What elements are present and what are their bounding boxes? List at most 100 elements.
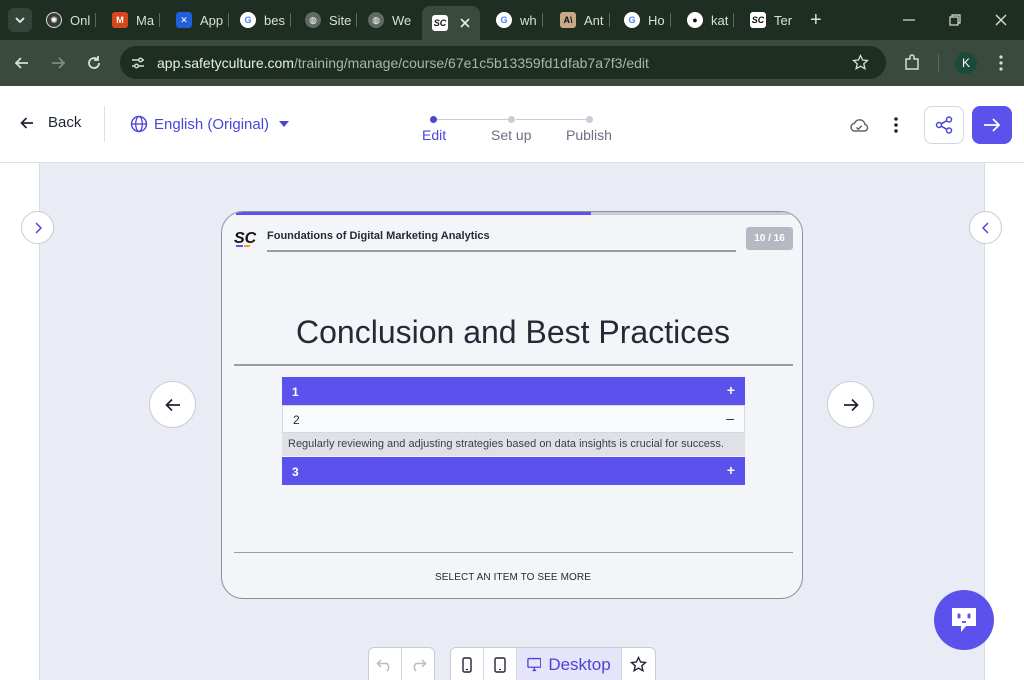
slide-counter-badge: 10 / 16 — [746, 227, 793, 250]
expand-plus-icon: + — [726, 462, 735, 478]
browser-tab[interactable]: ✕ App — [176, 8, 230, 32]
slide-title[interactable]: Conclusion and Best Practices — [222, 314, 802, 351]
browser-toolbar: app.safetyculture.com/training/manage/co… — [0, 40, 1024, 86]
step-edit[interactable]: Edit — [422, 127, 446, 143]
site-settings-icon[interactable] — [130, 55, 146, 71]
tablet-icon — [494, 656, 506, 673]
google-icon: G — [240, 12, 256, 28]
expand-right-panel-button[interactable] — [969, 211, 1002, 244]
accordion-item-number: 2 — [293, 413, 300, 427]
minimize-icon[interactable] — [903, 19, 915, 21]
divider — [104, 106, 105, 142]
mobile-phone-icon — [462, 656, 472, 673]
cloud-saved-icon[interactable] — [849, 118, 869, 134]
globe-icon — [130, 115, 148, 133]
browser-tab[interactable]: ● kat — [687, 8, 735, 32]
browser-tab[interactable]: A\ Ant — [560, 8, 610, 32]
profile-avatar[interactable]: K — [955, 52, 977, 74]
globe-icon: ◍ — [368, 12, 384, 28]
browser-tab[interactable]: ◍ Site — [305, 8, 358, 32]
browser-tab-strip: ✺ Onl M Ma ✕ App Gbes ◍ Site ◍ We SC Gwh A\ An… — [0, 0, 1024, 40]
chevron-right-icon — [34, 221, 42, 234]
footer-hint: SELECT AN ITEM TO SEE MORE — [435, 572, 591, 583]
new-tab-button[interactable]: + — [810, 10, 822, 30]
share-button[interactable] — [924, 106, 964, 144]
slide-preview: SC Foundations of Digital Marketing Anal… — [221, 211, 803, 599]
chat-bot-icon — [952, 608, 976, 632]
arrow-right-icon — [984, 118, 1001, 132]
accordion-item-2[interactable]: 2 – — [282, 405, 745, 433]
tablet-view-button[interactable] — [484, 648, 517, 680]
address-bar[interactable]: app.safetyculture.com/training/manage/co… — [120, 46, 886, 79]
accordion-item-1[interactable]: 1 + — [282, 377, 745, 405]
browser-tab[interactable]: SC Ter — [750, 8, 792, 32]
bookmark-star-icon[interactable] — [852, 54, 869, 71]
safetyculture-icon: SC — [432, 15, 448, 31]
back-button[interactable]: Back — [20, 114, 81, 131]
divider — [234, 364, 793, 366]
undo-icon — [376, 658, 390, 672]
divider — [234, 552, 793, 553]
previous-slide-button[interactable] — [149, 381, 196, 428]
tab-search-button[interactable] — [8, 8, 32, 32]
make-icon: M — [112, 12, 128, 28]
more-options-icon[interactable] — [893, 115, 899, 135]
step-publish[interactable]: Publish — [566, 127, 612, 143]
reload-icon[interactable] — [84, 53, 104, 73]
next-slide-button[interactable] — [827, 381, 874, 428]
redo-icon — [413, 658, 427, 672]
arrow-left-icon — [20, 116, 33, 129]
browser-tab[interactable]: ✺ Onl — [46, 8, 97, 32]
browser-tab[interactable]: M Ma — [112, 8, 161, 32]
back-arrow-icon[interactable] — [12, 53, 32, 73]
desktop-view-button[interactable]: Desktop — [516, 648, 622, 680]
accordion-item-3[interactable]: 3 + — [282, 457, 745, 485]
expand-left-panel-button[interactable] — [21, 211, 54, 244]
url-text: app.safetyculture.com/training/manage/co… — [157, 55, 649, 71]
divider — [267, 250, 736, 252]
redo-button[interactable] — [402, 648, 435, 680]
chat-assistant-button[interactable] — [934, 590, 994, 650]
accordion-item-number: 3 — [292, 465, 299, 479]
device-preview-toolbar: Desktop — [450, 647, 656, 680]
chevron-down-icon — [15, 17, 25, 24]
extensions-icon[interactable] — [902, 53, 922, 73]
restore-icon[interactable] — [949, 14, 961, 26]
collapse-minus-icon: – — [726, 410, 734, 426]
accordion-item-body: Regularly reviewing and adjusting strate… — [282, 433, 745, 456]
caret-down-icon — [279, 121, 290, 127]
slide-progress-bar — [236, 212, 790, 215]
step-setup[interactable]: Set up — [491, 127, 531, 143]
expand-plus-icon: + — [726, 382, 735, 398]
forward-arrow-icon[interactable] — [48, 53, 68, 73]
browser-tab[interactable]: Gwh — [496, 8, 543, 32]
browser-tab-active[interactable]: SC — [422, 6, 480, 40]
github-icon: ● — [687, 12, 703, 28]
arrow-right-icon — [843, 398, 859, 411]
star-icon — [629, 656, 647, 673]
step-dot-edit — [430, 116, 437, 123]
accordion-item-number: 1 — [292, 385, 299, 399]
browser-tab[interactable]: ◍ We — [368, 8, 411, 32]
favorite-button[interactable] — [622, 648, 655, 680]
continue-button[interactable] — [972, 106, 1012, 144]
share-icon — [935, 116, 953, 134]
undo-button[interactable] — [369, 648, 402, 680]
browser-tab[interactable]: G Ho — [624, 8, 671, 32]
google-icon: G — [624, 12, 640, 28]
course-title: Foundations of Digital Marketing Analyti… — [267, 230, 490, 242]
editor-header: Back English (Original) Edit Set up Publ… — [0, 86, 1024, 163]
mobile-view-button[interactable] — [451, 648, 485, 680]
desktop-monitor-icon — [526, 657, 542, 672]
safetyculture-icon: SC — [750, 12, 766, 28]
chevron-left-icon — [981, 221, 989, 234]
language-selector[interactable]: English (Original) — [130, 115, 290, 133]
arrow-left-icon — [164, 398, 180, 411]
step-dot-setup — [508, 116, 515, 123]
globe-icon: ◍ — [305, 12, 321, 28]
window-close-icon[interactable] — [995, 14, 1007, 26]
workflow-stepper: Edit Set up Publish — [420, 112, 630, 152]
close-icon[interactable] — [460, 18, 470, 28]
browser-menu-icon[interactable] — [998, 53, 1004, 73]
browser-tab[interactable]: Gbes — [240, 8, 291, 32]
